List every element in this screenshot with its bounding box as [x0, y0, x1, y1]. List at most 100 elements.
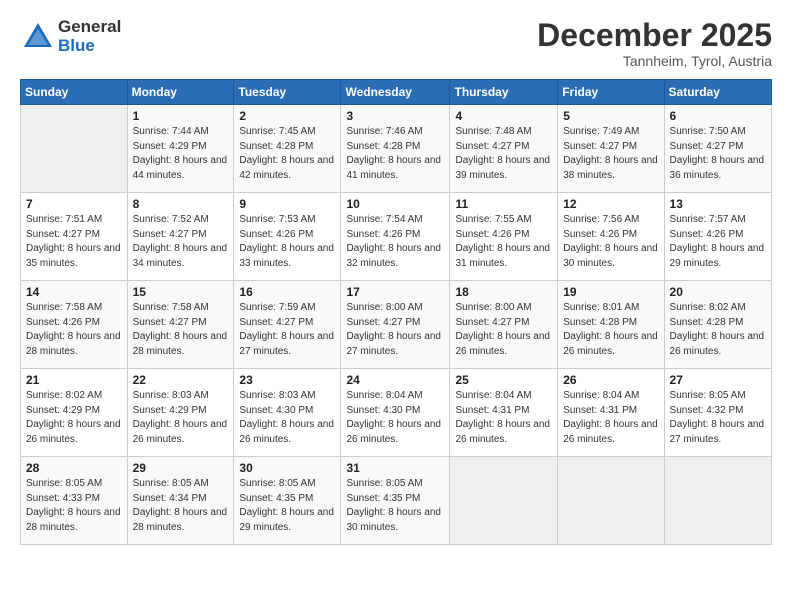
table-row: 11 Sunrise: 7:55 AMSunset: 4:26 PMDaylig… — [450, 193, 558, 281]
day-info: Sunrise: 7:54 AMSunset: 4:26 PMDaylight:… — [346, 214, 441, 269]
table-row: 17 Sunrise: 8:00 AMSunset: 4:27 PMDaylig… — [341, 281, 450, 369]
table-row: 6 Sunrise: 7:50 AMSunset: 4:27 PMDayligh… — [664, 105, 771, 193]
table-row: 26 Sunrise: 8:04 AMSunset: 4:31 PMDaylig… — [558, 369, 664, 457]
calendar-header-row: Sunday Monday Tuesday Wednesday Thursday… — [21, 80, 772, 105]
logo-general: General — [58, 18, 121, 37]
day-number: 17 — [346, 285, 444, 299]
table-row: 18 Sunrise: 8:00 AMSunset: 4:27 PMDaylig… — [450, 281, 558, 369]
day-info: Sunrise: 7:57 AMSunset: 4:26 PMDaylight:… — [670, 214, 765, 269]
day-number: 25 — [455, 373, 552, 387]
day-info: Sunrise: 7:48 AMSunset: 4:27 PMDaylight:… — [455, 126, 550, 181]
table-row: 5 Sunrise: 7:49 AMSunset: 4:27 PMDayligh… — [558, 105, 664, 193]
location-title: Tannheim, Tyrol, Austria — [537, 53, 772, 69]
calendar-week-row: 14 Sunrise: 7:58 AMSunset: 4:26 PMDaylig… — [21, 281, 772, 369]
table-row: 9 Sunrise: 7:53 AMSunset: 4:26 PMDayligh… — [234, 193, 341, 281]
day-number: 12 — [563, 197, 658, 211]
table-row: 21 Sunrise: 8:02 AMSunset: 4:29 PMDaylig… — [21, 369, 128, 457]
col-tuesday: Tuesday — [234, 80, 341, 105]
table-row: 2 Sunrise: 7:45 AMSunset: 4:28 PMDayligh… — [234, 105, 341, 193]
day-info: Sunrise: 8:05 AMSunset: 4:35 PMDaylight:… — [239, 478, 334, 533]
page-header: General Blue December 2025 Tannheim, Tyr… — [20, 18, 772, 69]
calendar-table: Sunday Monday Tuesday Wednesday Thursday… — [20, 79, 772, 545]
day-number: 16 — [239, 285, 335, 299]
table-row: 24 Sunrise: 8:04 AMSunset: 4:30 PMDaylig… — [341, 369, 450, 457]
day-number: 22 — [133, 373, 229, 387]
day-info: Sunrise: 8:04 AMSunset: 4:31 PMDaylight:… — [455, 390, 550, 445]
day-info: Sunrise: 7:58 AMSunset: 4:27 PMDaylight:… — [133, 302, 228, 357]
day-number: 21 — [26, 373, 122, 387]
day-number: 14 — [26, 285, 122, 299]
day-number: 28 — [26, 461, 122, 475]
table-row: 10 Sunrise: 7:54 AMSunset: 4:26 PMDaylig… — [341, 193, 450, 281]
day-number: 8 — [133, 197, 229, 211]
day-number: 29 — [133, 461, 229, 475]
table-row: 16 Sunrise: 7:59 AMSunset: 4:27 PMDaylig… — [234, 281, 341, 369]
day-number: 30 — [239, 461, 335, 475]
day-info: Sunrise: 7:50 AMSunset: 4:27 PMDaylight:… — [670, 126, 765, 181]
col-friday: Friday — [558, 80, 664, 105]
calendar-week-row: 7 Sunrise: 7:51 AMSunset: 4:27 PMDayligh… — [21, 193, 772, 281]
day-info: Sunrise: 8:03 AMSunset: 4:29 PMDaylight:… — [133, 390, 228, 445]
table-row: 23 Sunrise: 8:03 AMSunset: 4:30 PMDaylig… — [234, 369, 341, 457]
col-saturday: Saturday — [664, 80, 771, 105]
calendar-week-row: 28 Sunrise: 8:05 AMSunset: 4:33 PMDaylig… — [21, 457, 772, 545]
day-info: Sunrise: 7:55 AMSunset: 4:26 PMDaylight:… — [455, 214, 550, 269]
table-row: 1 Sunrise: 7:44 AMSunset: 4:29 PMDayligh… — [127, 105, 234, 193]
table-row: 28 Sunrise: 8:05 AMSunset: 4:33 PMDaylig… — [21, 457, 128, 545]
day-number: 5 — [563, 109, 658, 123]
col-sunday: Sunday — [21, 80, 128, 105]
table-row: 30 Sunrise: 8:05 AMSunset: 4:35 PMDaylig… — [234, 457, 341, 545]
day-info: Sunrise: 8:05 AMSunset: 4:32 PMDaylight:… — [670, 390, 765, 445]
day-info: Sunrise: 8:04 AMSunset: 4:30 PMDaylight:… — [346, 390, 441, 445]
table-row: 3 Sunrise: 7:46 AMSunset: 4:28 PMDayligh… — [341, 105, 450, 193]
day-info: Sunrise: 7:45 AMSunset: 4:28 PMDaylight:… — [239, 126, 334, 181]
day-info: Sunrise: 7:52 AMSunset: 4:27 PMDaylight:… — [133, 214, 228, 269]
day-info: Sunrise: 7:58 AMSunset: 4:26 PMDaylight:… — [26, 302, 121, 357]
day-info: Sunrise: 7:49 AMSunset: 4:27 PMDaylight:… — [563, 126, 658, 181]
table-row: 14 Sunrise: 7:58 AMSunset: 4:26 PMDaylig… — [21, 281, 128, 369]
table-row: 20 Sunrise: 8:02 AMSunset: 4:28 PMDaylig… — [664, 281, 771, 369]
day-number: 31 — [346, 461, 444, 475]
col-monday: Monday — [127, 80, 234, 105]
day-info: Sunrise: 8:05 AMSunset: 4:35 PMDaylight:… — [346, 478, 441, 533]
day-number: 1 — [133, 109, 229, 123]
day-info: Sunrise: 7:59 AMSunset: 4:27 PMDaylight:… — [239, 302, 334, 357]
day-info: Sunrise: 8:05 AMSunset: 4:34 PMDaylight:… — [133, 478, 228, 533]
logo: General Blue — [20, 18, 121, 55]
day-info: Sunrise: 8:02 AMSunset: 4:29 PMDaylight:… — [26, 390, 121, 445]
day-number: 13 — [670, 197, 766, 211]
day-number: 24 — [346, 373, 444, 387]
month-title: December 2025 — [537, 18, 772, 53]
table-row — [450, 457, 558, 545]
day-info: Sunrise: 7:44 AMSunset: 4:29 PMDaylight:… — [133, 126, 228, 181]
day-number: 9 — [239, 197, 335, 211]
day-info: Sunrise: 8:02 AMSunset: 4:28 PMDaylight:… — [670, 302, 765, 357]
day-number: 19 — [563, 285, 658, 299]
day-info: Sunrise: 7:56 AMSunset: 4:26 PMDaylight:… — [563, 214, 658, 269]
day-number: 11 — [455, 197, 552, 211]
day-number: 6 — [670, 109, 766, 123]
table-row: 7 Sunrise: 7:51 AMSunset: 4:27 PMDayligh… — [21, 193, 128, 281]
table-row — [21, 105, 128, 193]
table-row: 12 Sunrise: 7:56 AMSunset: 4:26 PMDaylig… — [558, 193, 664, 281]
day-number: 3 — [346, 109, 444, 123]
day-number: 7 — [26, 197, 122, 211]
day-number: 20 — [670, 285, 766, 299]
logo-blue: Blue — [58, 37, 121, 56]
table-row: 25 Sunrise: 8:04 AMSunset: 4:31 PMDaylig… — [450, 369, 558, 457]
table-row — [558, 457, 664, 545]
logo-text: General Blue — [58, 18, 121, 55]
table-row — [664, 457, 771, 545]
day-number: 26 — [563, 373, 658, 387]
day-info: Sunrise: 7:51 AMSunset: 4:27 PMDaylight:… — [26, 214, 121, 269]
col-wednesday: Wednesday — [341, 80, 450, 105]
table-row: 31 Sunrise: 8:05 AMSunset: 4:35 PMDaylig… — [341, 457, 450, 545]
table-row: 8 Sunrise: 7:52 AMSunset: 4:27 PMDayligh… — [127, 193, 234, 281]
day-info: Sunrise: 7:46 AMSunset: 4:28 PMDaylight:… — [346, 126, 441, 181]
day-info: Sunrise: 8:00 AMSunset: 4:27 PMDaylight:… — [455, 302, 550, 357]
table-row: 22 Sunrise: 8:03 AMSunset: 4:29 PMDaylig… — [127, 369, 234, 457]
day-number: 10 — [346, 197, 444, 211]
title-block: December 2025 Tannheim, Tyrol, Austria — [537, 18, 772, 69]
logo-icon — [20, 19, 56, 55]
day-number: 4 — [455, 109, 552, 123]
